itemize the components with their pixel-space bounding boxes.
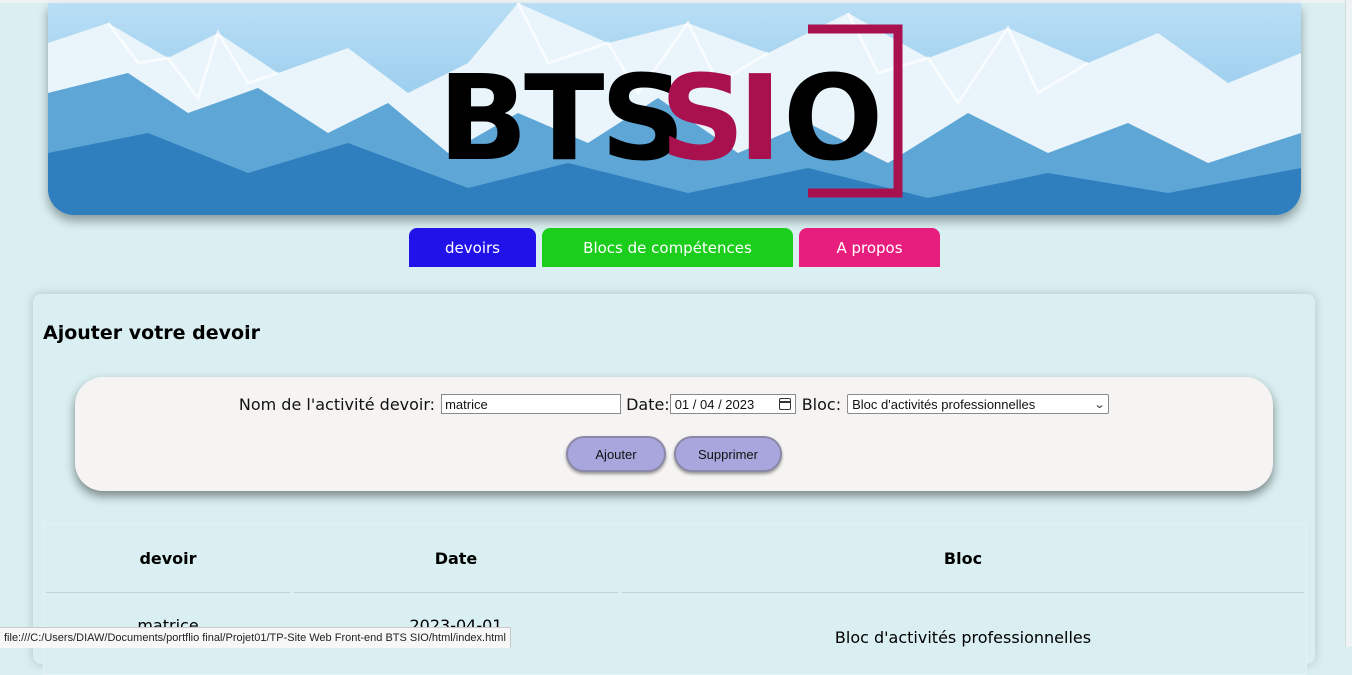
mountain-image: BTS S I O — [48, 3, 1301, 215]
chevron-down-icon: ⌄ — [1093, 398, 1106, 411]
page-title: Ajouter votre devoir — [43, 322, 260, 344]
status-bar-url: file:///C:/Users/DIAW/Documents/portflio… — [0, 627, 511, 648]
form-buttons: Ajouter Supprimer — [75, 436, 1273, 472]
scrollbar[interactable] — [1345, 0, 1352, 647]
header-banner: BTS S I O — [48, 3, 1301, 215]
column-header-date: Date — [294, 524, 618, 593]
logo-bts-text: BTS — [438, 49, 681, 187]
logo-o-text: O — [783, 49, 883, 187]
calendar-icon[interactable] — [778, 398, 791, 410]
date-label: Date: — [626, 394, 670, 414]
column-header-devoir: devoir — [46, 524, 290, 593]
date-input[interactable]: 01 / 04 / 2023 — [669, 394, 796, 414]
tab-blocs-de-competences[interactable]: Blocs de compétences — [542, 228, 793, 267]
activity-label: Nom de l'activité devoir: — [238, 394, 436, 414]
activity-name-input[interactable]: matrice — [441, 394, 622, 414]
column-header-bloc: Bloc — [622, 524, 1304, 593]
date-value: 01 / 04 / 2023 — [674, 396, 755, 412]
logo-i-text: I — [738, 49, 778, 187]
main-content: Ajouter votre devoir Nom de l'activité d… — [33, 294, 1315, 675]
bloc-select[interactable]: Bloc d'activités professionnelles ⌄ — [847, 394, 1110, 414]
cell-bloc: Bloc d'activités professionnelles — [834, 628, 1092, 647]
add-button[interactable]: Ajouter — [566, 436, 666, 472]
delete-button[interactable]: Supprimer — [674, 436, 782, 472]
tab-a-propos[interactable]: A propos — [799, 228, 940, 267]
logo-si-text: S — [660, 49, 741, 187]
tab-devoirs[interactable]: devoirs — [409, 228, 536, 267]
form-fields-row: Nom de l'activité devoir: matrice Date: … — [75, 393, 1273, 415]
add-devoir-form: Nom de l'activité devoir: matrice Date: … — [75, 377, 1273, 491]
bloc-label: Bloc: — [801, 394, 842, 414]
bloc-selected-value: Bloc d'activités professionnelles — [852, 396, 1036, 412]
devoirs-table: devoir Date Bloc matrice 2023-04-01 Bloc… — [43, 523, 1307, 675]
